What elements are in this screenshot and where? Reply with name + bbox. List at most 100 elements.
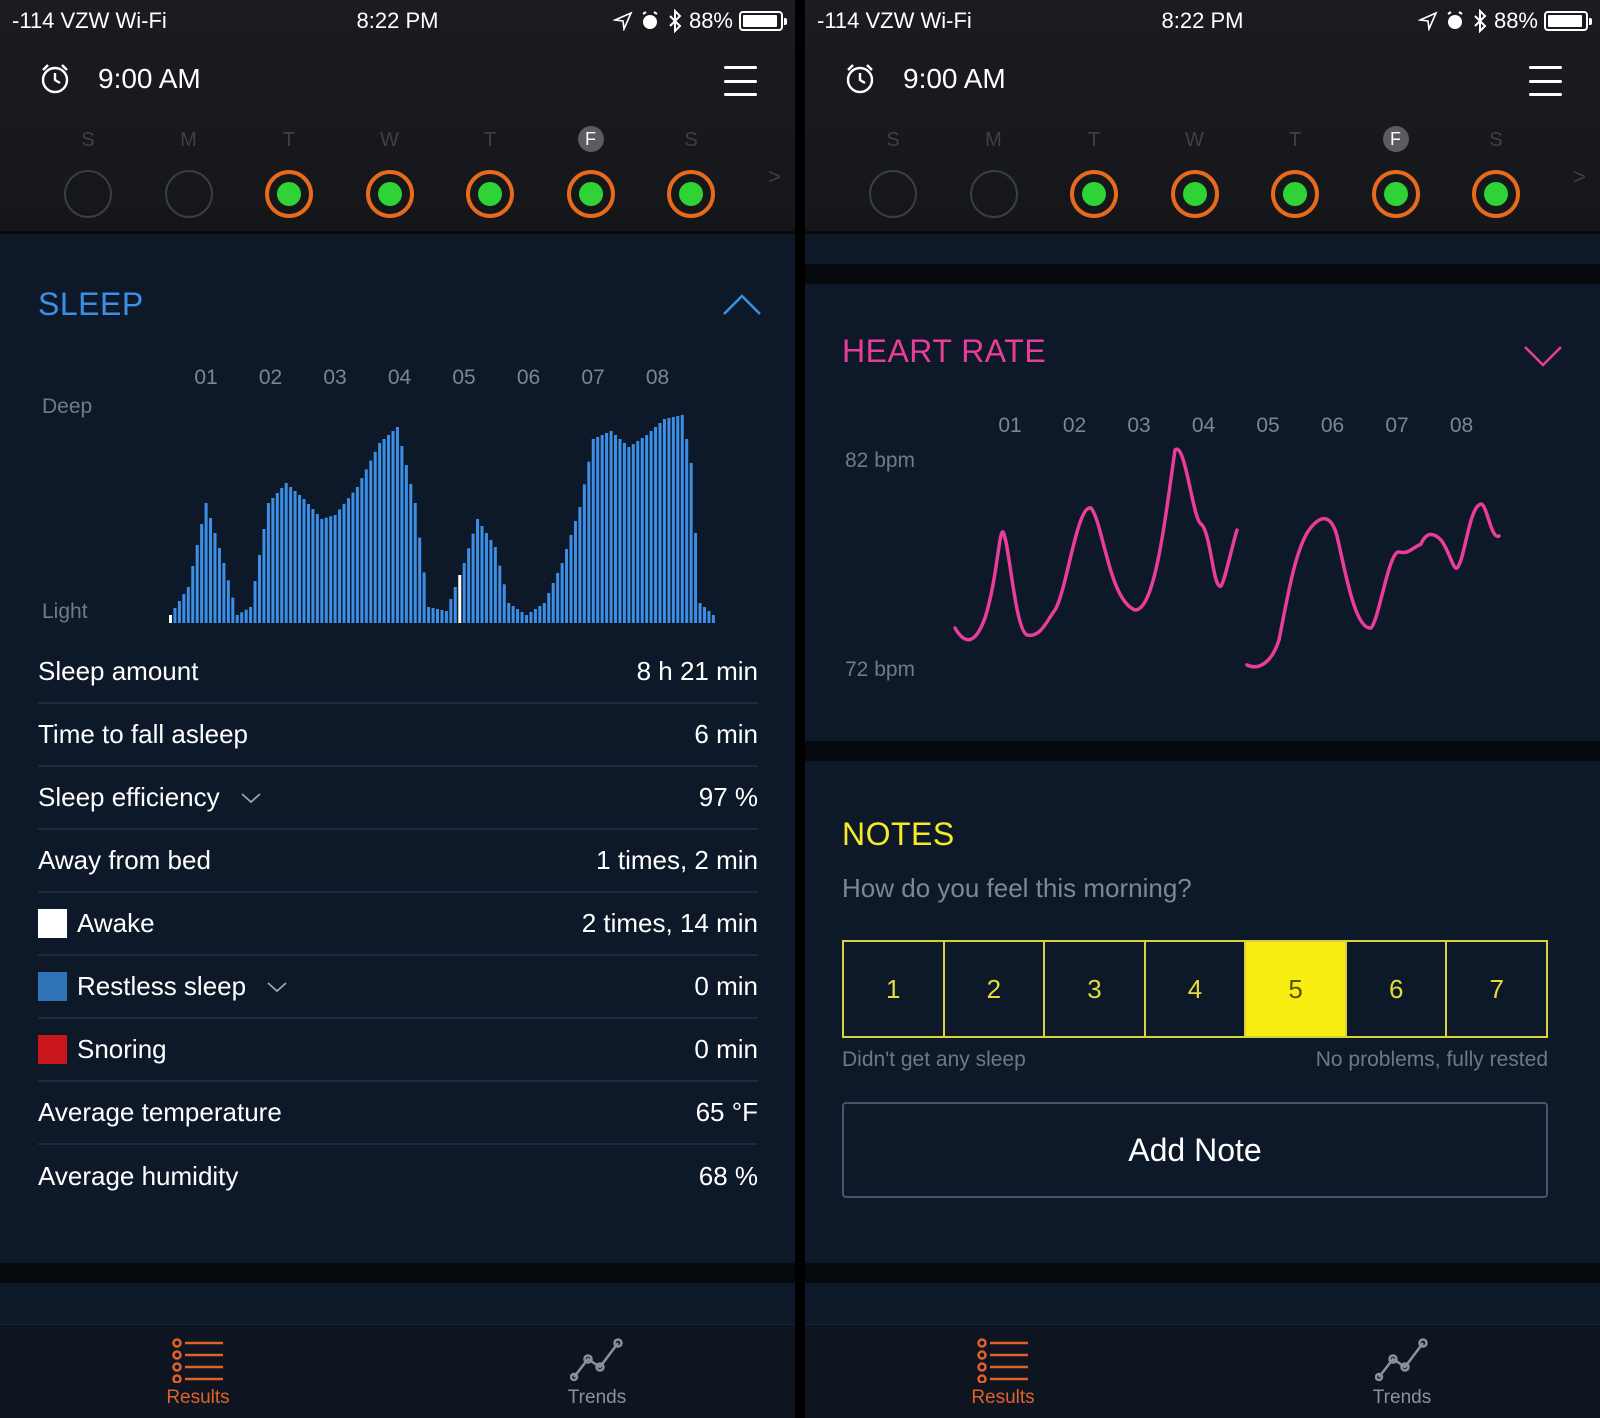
hour-label: 01 xyxy=(194,366,218,389)
expand-chevron-down-icon[interactable] xyxy=(266,980,288,994)
stat-row[interactable]: Restless sleep 0 min xyxy=(38,956,758,1019)
sleep-depth-bar xyxy=(306,504,310,623)
hour-label: 01 xyxy=(998,414,1022,437)
day-6[interactable]: S xyxy=(661,126,721,218)
hour-label: 03 xyxy=(323,366,347,389)
awake-bar xyxy=(458,575,462,623)
sleep-depth-bar xyxy=(298,495,302,623)
tab-results[interactable]: Results xyxy=(903,1337,1103,1409)
scale-low-label: Didn't get any sleep xyxy=(842,1048,1026,1071)
stat-label: Awake xyxy=(77,908,155,938)
sleep-depth-bar xyxy=(689,463,693,623)
sleep-depth-bar xyxy=(676,416,680,623)
tab-trends[interactable]: Trends xyxy=(497,1337,697,1409)
day-letter: W xyxy=(1185,129,1204,151)
stat-label-group: Average temperature xyxy=(38,1097,282,1128)
stat-label-group: Average humidity xyxy=(38,1161,238,1192)
day-6[interactable]: S xyxy=(1466,126,1526,218)
day-3[interactable]: W xyxy=(360,126,420,218)
menu-icon[interactable] xyxy=(724,66,757,96)
sleep-depth-bar xyxy=(471,533,475,623)
sleep-depth-bar xyxy=(373,451,377,623)
sleep-depth-bar xyxy=(587,461,591,623)
sleep-depth-bar xyxy=(600,435,604,623)
sleep-depth-bar xyxy=(369,460,373,623)
sleep-depth-bar xyxy=(538,606,542,623)
day-3[interactable]: W xyxy=(1165,126,1225,218)
heart-rate-line-2 xyxy=(1245,502,1501,669)
rating-option-6[interactable]: 6 xyxy=(1347,942,1448,1036)
section-divider xyxy=(805,264,1600,284)
sleep-depth-bar xyxy=(453,587,457,623)
legend-swatch xyxy=(38,909,67,938)
sleep-depth-bar xyxy=(391,431,395,623)
day-complete-ring-icon xyxy=(365,170,414,218)
location-icon xyxy=(612,11,633,31)
alarm-time[interactable]: 9:00 AM xyxy=(843,62,1006,96)
hour-label: 02 xyxy=(258,366,283,389)
sleep-depth-bar xyxy=(516,609,520,623)
status-bar: -114 VZW Wi-Fi 8:22 PM 88% xyxy=(805,8,1600,36)
sleep-depth-bar xyxy=(320,519,324,623)
rating-option-3[interactable]: 3 xyxy=(1045,942,1146,1036)
alarm-clock-icon xyxy=(41,64,69,94)
sleep-depth-bar xyxy=(271,498,275,623)
stat-value: 68 % xyxy=(698,1161,758,1191)
day-5[interactable]: F xyxy=(561,126,621,218)
day-2[interactable]: T xyxy=(259,126,319,218)
sleep-depth-bar xyxy=(529,612,533,623)
sleep-depth-bar xyxy=(525,615,528,623)
sleep-depth-bar xyxy=(351,492,355,623)
day-complete-ring-icon xyxy=(1070,170,1118,218)
alarm-time[interactable]: 9:00 AM xyxy=(38,62,201,96)
bluetooth-icon xyxy=(669,9,682,33)
expand-chevron-down-icon[interactable] xyxy=(240,791,262,805)
day-0[interactable]: S xyxy=(863,126,923,218)
menu-icon[interactable] xyxy=(1529,66,1562,96)
sleep-depth-bar xyxy=(698,603,702,623)
day-4[interactable]: T xyxy=(460,126,520,218)
day-0[interactable]: S xyxy=(58,126,118,218)
sleep-depth-bar xyxy=(329,516,333,623)
day-letter: M xyxy=(985,129,1002,151)
day-2[interactable]: T xyxy=(1064,126,1124,218)
stat-row: Average humidity 68 % xyxy=(38,1145,758,1208)
rating-option-2[interactable]: 2 xyxy=(945,942,1046,1036)
legend-swatch xyxy=(38,1035,67,1064)
day-letter: S xyxy=(81,129,95,151)
rating-option-7[interactable]: 7 xyxy=(1447,942,1546,1036)
collapse-chevron-up-icon[interactable] xyxy=(722,292,762,318)
expand-chevron-down-icon[interactable] xyxy=(1523,343,1563,369)
day-4[interactable]: T xyxy=(1265,126,1325,218)
rating-option-1[interactable]: 1 xyxy=(844,942,945,1036)
sleep-depth-bar xyxy=(502,584,506,623)
rating-option-4[interactable]: 4 xyxy=(1146,942,1247,1036)
day-1[interactable]: M xyxy=(159,126,219,218)
sleep-depth-bar xyxy=(658,423,662,623)
stat-value: 8 h 21 min xyxy=(636,656,758,686)
add-note-button[interactable]: Add Note xyxy=(842,1102,1548,1198)
stat-label: Sleep amount xyxy=(38,656,199,686)
next-week-chevron-icon[interactable]: > xyxy=(768,164,781,190)
stat-row[interactable]: Sleep efficiency 97 % xyxy=(38,767,758,830)
section-divider xyxy=(805,741,1600,761)
stat-row: Snoring 0 min xyxy=(38,1019,758,1082)
next-week-chevron-icon[interactable]: > xyxy=(1573,164,1586,190)
sleep-depth-bar xyxy=(565,549,569,623)
sleep-title: SLEEP xyxy=(38,286,144,322)
sleep-depth-bar xyxy=(631,444,635,623)
location-icon xyxy=(1417,11,1438,31)
sleep-stats-list: Sleep amount 8 h 21 min Time to fall aslee… xyxy=(38,641,758,1208)
heart-rate-chart xyxy=(953,447,1501,669)
day-letter: T xyxy=(1288,129,1302,151)
day-1[interactable]: M xyxy=(964,126,1024,218)
day-5[interactable]: F xyxy=(1366,126,1426,218)
tab-results[interactable]: Results xyxy=(98,1337,298,1409)
rating-option-5[interactable]: 5 xyxy=(1246,942,1347,1036)
sleep-depth-bar xyxy=(222,563,226,623)
scale-high-label: No problems, fully rested xyxy=(1315,1048,1548,1071)
sleep-depth-bar xyxy=(511,606,515,623)
sleep-depth-bar xyxy=(480,526,484,623)
trends-graph-icon xyxy=(570,1338,623,1382)
tab-trends[interactable]: Trends xyxy=(1302,1337,1502,1409)
